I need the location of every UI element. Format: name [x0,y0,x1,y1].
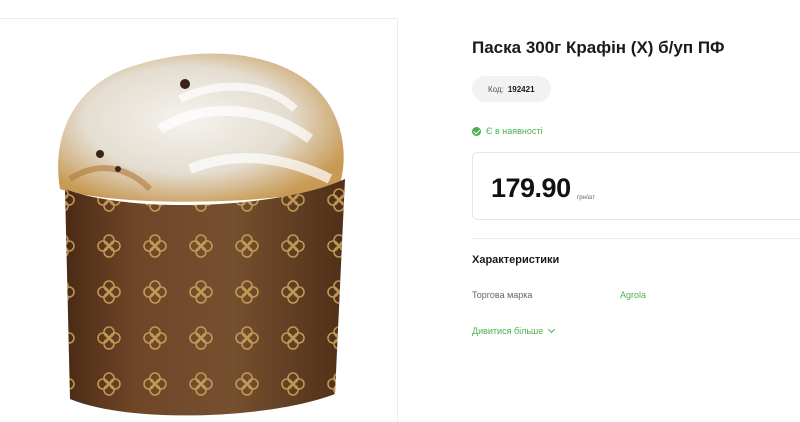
chevron-down-icon [548,325,556,334]
price-unit: грн/шт [577,195,596,201]
price-value: 179.90 [491,173,571,203]
code-value: 192421 [507,84,535,94]
check-circle-icon [472,126,481,136]
product-code-badge: Код: 192421 [472,76,551,102]
divider [472,238,800,239]
product-image[interactable] [40,39,360,419]
product-info: Паска 300г Крафін (Х) б/уп ПФ Код: 19242… [472,0,800,422]
product-image-panel [0,18,398,422]
product-title: Паска 300г Крафін (Х) б/уп ПФ [472,38,725,57]
see-more-label: Дивитися більше [472,326,544,336]
code-label: Код: [488,84,504,94]
brand-link[interactable]: Agrola [620,290,646,300]
characteristic-label: Торгова марка [472,290,533,300]
stock-status-label: Є в наявності [486,126,543,136]
characteristics-title: Характеристики [472,254,560,266]
see-more-link[interactable]: Дивитися більше [472,325,556,336]
stock-status: Є в наявності [472,126,542,136]
price-box: 179.90 грн/шт [472,152,800,220]
